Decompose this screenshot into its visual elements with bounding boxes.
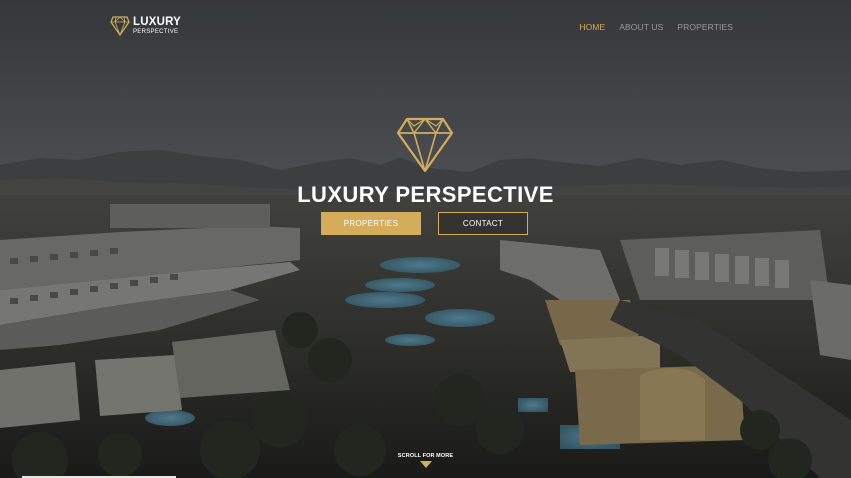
brand-text: LUXURY PERSPECTIVE xyxy=(133,15,182,36)
properties-button[interactable]: PROPERTIES xyxy=(321,212,421,235)
main-nav: HOME ABOUT US PROPERTIES xyxy=(579,22,733,32)
dark-overlay xyxy=(0,0,851,478)
scroll-for-more[interactable]: SCROLL FOR MORE xyxy=(0,453,851,468)
diamond-icon xyxy=(110,16,130,37)
contact-button[interactable]: CONTACT xyxy=(438,212,528,235)
nav-item-home[interactable]: HOME xyxy=(579,22,605,32)
nav-item-properties[interactable]: PROPERTIES xyxy=(677,22,733,32)
diamond-icon xyxy=(396,117,454,173)
hero-section: LUXURY PERSPECTIVE HOME ABOUT US PROPERT… xyxy=(0,0,851,478)
chevron-down-icon xyxy=(419,461,432,468)
brand-subtitle: PERSPECTIVE xyxy=(133,29,179,36)
hero-buttons: PROPERTIES CONTACT xyxy=(321,212,528,235)
nav-item-about-us[interactable]: ABOUT US xyxy=(619,22,663,32)
hero-title: LUXURY PERSPECTIVE xyxy=(297,182,554,207)
brand-title: LUXURY xyxy=(133,15,182,28)
scroll-text: SCROLL FOR MORE xyxy=(397,453,454,459)
brand-logo[interactable]: LUXURY PERSPECTIVE xyxy=(110,15,181,37)
